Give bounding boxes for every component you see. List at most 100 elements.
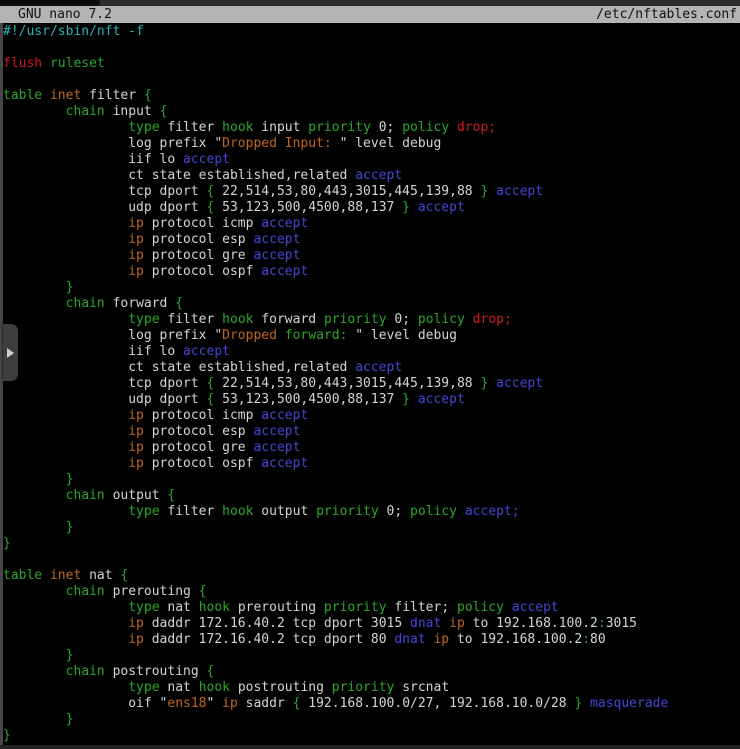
code-token: inet bbox=[50, 88, 81, 103]
code-token: filter bbox=[160, 120, 223, 135]
code-token: ip bbox=[128, 232, 144, 247]
code-line: table inet filter { bbox=[3, 88, 740, 104]
code-token: table bbox=[3, 568, 42, 583]
code-line: ip protocol esp accept bbox=[3, 232, 740, 248]
code-token: 53,123,500,4500,88,137 bbox=[214, 392, 402, 407]
code-token: } bbox=[3, 536, 11, 551]
code-token: ip bbox=[222, 696, 238, 711]
code-line: tcp dport { 22,514,53,80,443,3015,445,13… bbox=[3, 376, 740, 392]
code-line: ip daddr 172.16.40.2 tcp dport 3015 dnat… bbox=[3, 616, 740, 632]
code-token bbox=[465, 312, 473, 327]
code-line bbox=[3, 40, 740, 56]
code-token: protocol gre bbox=[144, 440, 254, 455]
code-token: { bbox=[144, 88, 152, 103]
code-token: postrouting bbox=[105, 664, 207, 679]
novnc-control-bar-handle[interactable] bbox=[3, 324, 18, 381]
code-token: to 192.168.100.2 bbox=[449, 632, 582, 647]
code-token bbox=[3, 216, 128, 231]
code-token: drop; bbox=[473, 312, 512, 327]
code-token: input bbox=[105, 104, 160, 119]
code-token: { bbox=[175, 296, 183, 311]
code-token: Dropped bbox=[222, 328, 285, 343]
code-token bbox=[3, 296, 66, 311]
code-token: prerouting bbox=[105, 584, 199, 599]
code-token: nat bbox=[160, 680, 199, 695]
code-line: } bbox=[3, 536, 740, 552]
code-token: accept bbox=[261, 216, 308, 231]
code-token: chain bbox=[66, 296, 105, 311]
code-token: priority bbox=[324, 312, 387, 327]
code-line: oif "ens18" ip saddr { 192.168.100.0/27,… bbox=[3, 696, 740, 712]
code-token: accept bbox=[253, 248, 300, 263]
code-token: accept bbox=[261, 408, 308, 423]
code-token: priority bbox=[308, 120, 371, 135]
code-token bbox=[3, 280, 66, 295]
code-line: } bbox=[3, 712, 740, 728]
code-line: type nat hook postrouting priority srcna… bbox=[3, 680, 740, 696]
terminal-screen: GNU nano 7.2 /etc/nftables.conf #!/usr/s… bbox=[0, 0, 740, 749]
code-token: type bbox=[128, 600, 159, 615]
code-token: policy bbox=[402, 120, 449, 135]
code-token: prerouting bbox=[230, 600, 324, 615]
code-token: accept bbox=[512, 600, 559, 615]
right-arrow-icon bbox=[7, 348, 14, 358]
code-token: srcnat bbox=[394, 680, 449, 695]
code-token: type bbox=[128, 120, 159, 135]
code-token bbox=[3, 712, 66, 727]
code-token: } bbox=[402, 200, 410, 215]
code-line: iif lo accept bbox=[3, 152, 740, 168]
code-token: accept bbox=[496, 184, 543, 199]
code-token: iif lo bbox=[3, 152, 183, 167]
code-token bbox=[3, 120, 128, 135]
code-line: tcp dport { 22,514,53,80,443,3015,445,13… bbox=[3, 184, 740, 200]
code-token bbox=[3, 248, 128, 263]
code-token: iif lo bbox=[3, 344, 183, 359]
file-path: /etc/nftables.conf bbox=[596, 7, 737, 22]
code-token: accept; bbox=[465, 504, 520, 519]
code-line: log prefix "Dropped forward: " level deb… bbox=[3, 328, 740, 344]
code-line: ct state established,related accept bbox=[3, 360, 740, 376]
code-token: accept bbox=[418, 200, 465, 215]
code-token: to 192.168.100.2 bbox=[465, 616, 598, 631]
code-token: protocol gre bbox=[144, 248, 254, 263]
code-token: policy bbox=[457, 600, 504, 615]
code-line: #!/usr/sbin/nft -f bbox=[3, 24, 740, 40]
code-line: ip protocol icmp accept bbox=[3, 216, 740, 232]
code-token bbox=[3, 632, 128, 647]
code-token: saddr bbox=[238, 696, 293, 711]
code-token: " level debug bbox=[347, 328, 457, 343]
code-token: filter bbox=[160, 504, 223, 519]
code-line: chain output { bbox=[3, 488, 740, 504]
code-token: accept bbox=[418, 392, 465, 407]
code-token: accept bbox=[253, 232, 300, 247]
code-token bbox=[457, 504, 465, 519]
editor-content[interactable]: #!/usr/sbin/nft -fflush rulesettable ine… bbox=[3, 23, 740, 745]
code-line: type filter hook forward priority 0; pol… bbox=[3, 312, 740, 328]
code-token: ct state established,related bbox=[3, 168, 355, 183]
code-token: ruleset bbox=[50, 56, 105, 71]
code-token: { bbox=[207, 664, 215, 679]
code-line: chain forward { bbox=[3, 296, 740, 312]
code-line: ip protocol icmp accept bbox=[3, 408, 740, 424]
code-token: postrouting bbox=[230, 680, 332, 695]
code-token: ip bbox=[128, 248, 144, 263]
code-token bbox=[3, 664, 66, 679]
code-token: accept bbox=[183, 152, 230, 167]
code-token: ip bbox=[128, 264, 144, 279]
code-token: ip bbox=[128, 216, 144, 231]
code-token: ct state established,related bbox=[3, 360, 355, 375]
code-token: protocol ospf bbox=[144, 264, 261, 279]
code-line: iif lo accept bbox=[3, 344, 740, 360]
code-line: } bbox=[3, 520, 740, 536]
code-token bbox=[488, 376, 496, 391]
code-token: filter bbox=[160, 312, 223, 327]
code-token: protocol esp bbox=[144, 424, 254, 439]
code-token: ip bbox=[128, 440, 144, 455]
code-token: log prefix " bbox=[3, 136, 222, 151]
code-token: daddr 172.16.40.2 tcp dport 80 bbox=[144, 632, 394, 647]
code-token: Dropped Input: bbox=[222, 136, 339, 151]
code-token bbox=[449, 120, 457, 135]
code-token: 22,514,53,80,443,3015,445,139,88 bbox=[214, 184, 480, 199]
code-token bbox=[3, 616, 128, 631]
code-token bbox=[3, 232, 128, 247]
